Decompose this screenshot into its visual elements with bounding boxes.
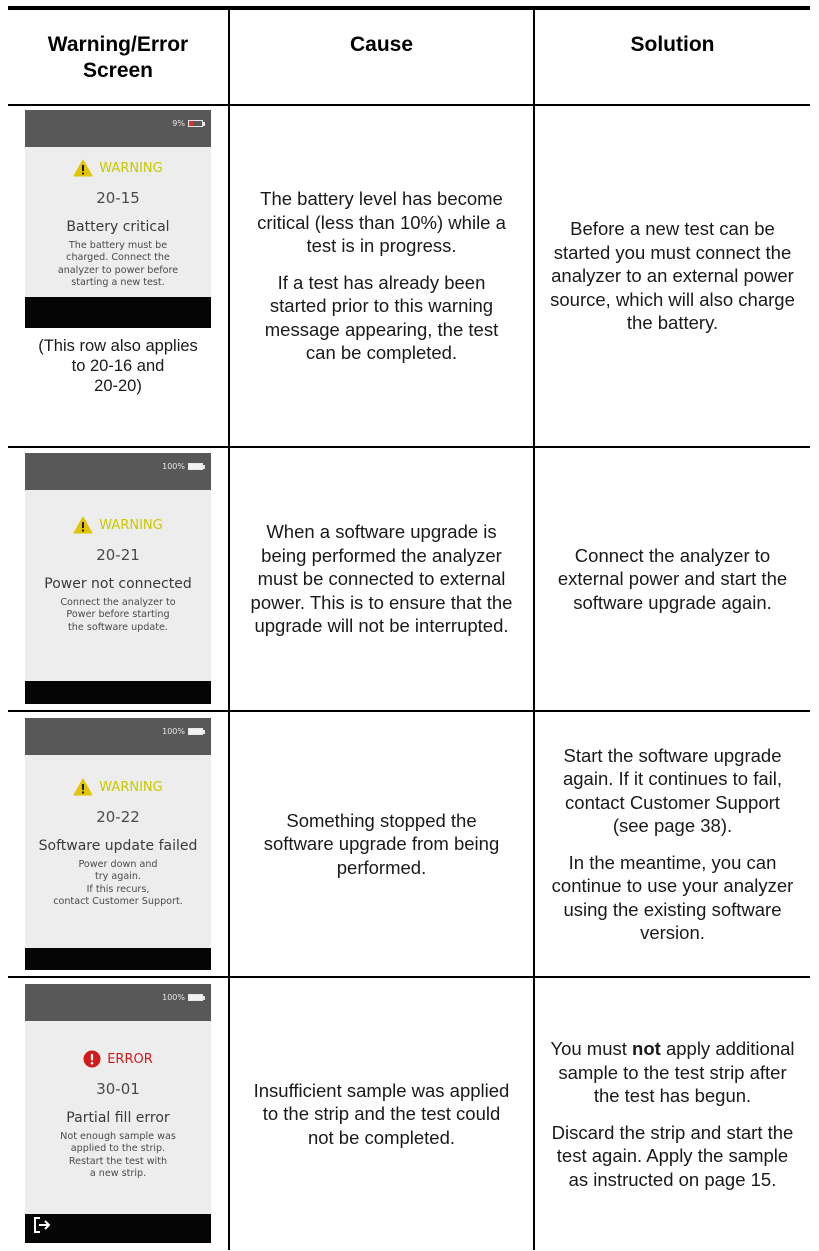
device-message: ERROR 30-01 Partial fill error Not enoug… <box>25 1050 211 1181</box>
error-title: Partial fill error <box>66 1110 170 1126</box>
device-status-bar: 100% <box>25 984 211 1021</box>
device-bottom-bar <box>25 681 211 704</box>
battery-icon <box>188 463 203 470</box>
table-row: 100% ERROR 30-01 Partial fill error Not … <box>8 978 810 1250</box>
warning-triangle-icon <box>73 516 93 534</box>
screen-cell: 100% WARNING 20-21 Power not connected C… <box>8 448 228 710</box>
device-message: WARNING 20-21 Power not connected Connec… <box>25 516 211 634</box>
alert-label: WARNING <box>99 779 163 795</box>
device-status-bar: 100% <box>25 453 211 490</box>
cause-cell: Insufficient sample was applied to the s… <box>230 978 533 1250</box>
device-screen: 100% WARNING 20-21 Power not connected C… <box>25 453 211 704</box>
device-status-bar: 100% <box>25 718 211 755</box>
battery-percent: 9% <box>172 119 185 128</box>
error-circle-icon <box>83 1050 101 1068</box>
cause-cell: The battery level has become critical (l… <box>230 106 533 446</box>
cause-cell: When a software upgrade is being perform… <box>230 448 533 710</box>
battery-indicator: 100% <box>162 993 205 1002</box>
header-cause-cell: Cause <box>230 10 533 105</box>
header-cause: Cause <box>349 33 414 56</box>
solution-text: In the meantime, you can continue to use… <box>551 851 794 944</box>
solution-text: Discard the strip and start the test aga… <box>551 1121 794 1190</box>
cause-text: Something stopped the software upgrade f… <box>263 809 500 878</box>
device-screen: 100% WARNING 20-22 Software update faile… <box>25 718 211 970</box>
battery-icon <box>188 728 203 735</box>
header-row: Warning/Error Screen Cause Solution <box>8 10 810 105</box>
screen-cell: 100% WARNING 20-22 Software update faile… <box>8 712 228 976</box>
battery-indicator: 100% <box>162 727 205 736</box>
alert-label: WARNING <box>99 160 163 176</box>
battery-percent: 100% <box>162 727 185 736</box>
battery-icon <box>188 994 203 1001</box>
emphasis-not: not <box>632 1038 661 1059</box>
error-message: Not enough sample was applied to the str… <box>60 1131 176 1180</box>
error-title: Battery critical <box>66 219 170 235</box>
exit-arrow-icon[interactable] <box>33 1216 51 1239</box>
error-title: Power not connected <box>44 576 192 592</box>
solution-cell: Connect the analyzer to external power a… <box>535 448 810 710</box>
device-bottom-bar <box>25 948 211 970</box>
error-message: Connect the analyzer to Power before sta… <box>60 597 176 633</box>
row-note: (This row also applies to 20-16 and 20-2… <box>38 337 198 395</box>
solution-text: Start the software upgrade again. If it … <box>562 744 783 837</box>
device-message: WARNING 20-22 Software update failed Pow… <box>25 778 211 909</box>
cause-cell: Something stopped the software upgrade f… <box>230 712 533 976</box>
solution-text: You must not apply additional sample to … <box>550 1038 795 1106</box>
error-code: 20-21 <box>96 546 140 564</box>
error-code: 30-01 <box>96 1080 140 1098</box>
device-screen: 9% WARNING 20-15 Battery critical The ba… <box>25 110 211 328</box>
cause-text: If a test has already been started prior… <box>264 271 499 364</box>
battery-percent: 100% <box>162 993 185 1002</box>
device-bottom-bar <box>25 297 211 328</box>
device-bottom-bar <box>25 1214 211 1243</box>
alert-label: ERROR <box>107 1051 153 1067</box>
solution-cell: Before a new test can be started you mus… <box>535 106 810 446</box>
alert-header: WARNING <box>73 516 163 534</box>
battery-indicator: 9% <box>172 119 205 128</box>
solution-cell: Start the software upgrade again. If it … <box>535 712 810 976</box>
battery-percent: 100% <box>162 462 185 471</box>
solution-text: Connect the analyzer to external power a… <box>557 544 788 613</box>
cause-text: When a software upgrade is being perform… <box>250 521 513 637</box>
table-row: 100% WARNING 20-21 Power not connected C… <box>8 448 810 710</box>
error-code: 20-15 <box>96 189 140 207</box>
error-code: 20-22 <box>96 808 140 826</box>
battery-indicator: 100% <box>162 462 205 471</box>
alert-header: WARNING <box>73 159 163 177</box>
cause-text: The battery level has become critical (l… <box>257 188 506 257</box>
screen-cell: 9% WARNING 20-15 Battery critical The ba… <box>8 106 228 446</box>
header-solution-cell: Solution <box>535 10 810 105</box>
warning-triangle-icon <box>73 778 93 796</box>
header-screen: Warning/Error Screen <box>47 32 189 82</box>
error-message: Power down and try again. If this recurs… <box>53 859 183 908</box>
cause-text: Insufficient sample was applied to the s… <box>253 1079 510 1148</box>
solution-text: Before a new test can be started you mus… <box>550 218 795 334</box>
battery-icon <box>188 120 203 127</box>
alert-header: ERROR <box>83 1050 153 1068</box>
alert-label: WARNING <box>99 517 163 533</box>
table-row: 100% WARNING 20-22 Software update faile… <box>8 712 810 976</box>
device-screen: 100% ERROR 30-01 Partial fill error Not … <box>25 984 211 1243</box>
header-screen-cell: Warning/Error Screen <box>8 10 228 105</box>
warning-triangle-icon <box>73 159 93 177</box>
header-solution: Solution <box>630 33 715 56</box>
screen-cell: 100% ERROR 30-01 Partial fill error Not … <box>8 978 228 1250</box>
device-status-bar: 9% <box>25 110 211 147</box>
column-divider <box>228 10 230 1250</box>
device-message: WARNING 20-15 Battery critical The batte… <box>25 159 211 290</box>
table-row: 9% WARNING 20-15 Battery critical The ba… <box>8 106 810 446</box>
column-divider <box>533 10 535 1250</box>
alert-header: WARNING <box>73 778 163 796</box>
solution-cell: You must not apply additional sample to … <box>535 978 810 1250</box>
error-title: Software update failed <box>38 838 198 854</box>
error-message: The battery must be charged. Connect the… <box>57 240 179 289</box>
